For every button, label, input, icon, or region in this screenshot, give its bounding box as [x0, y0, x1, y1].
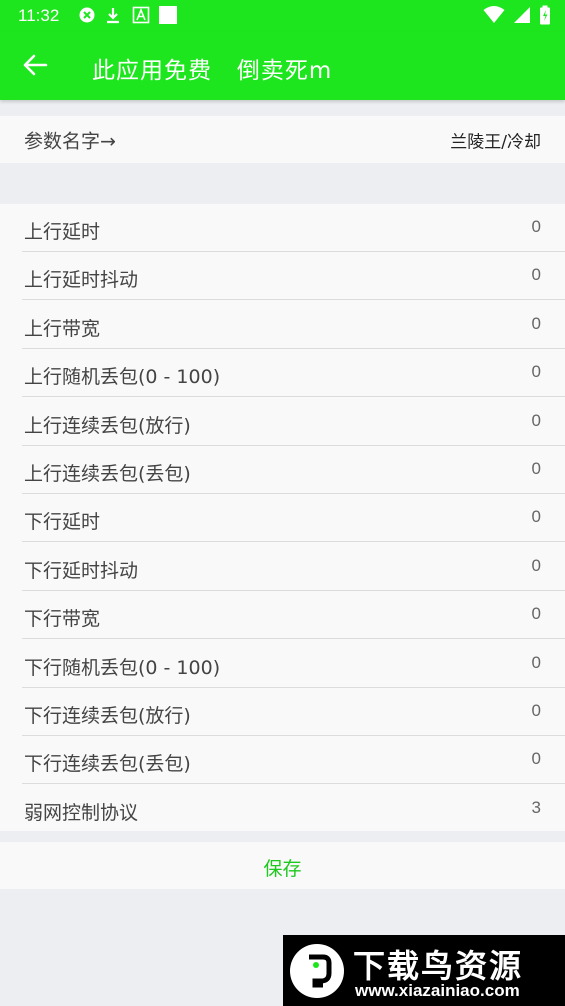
param-label: 下行连续丢包(丢包)	[24, 753, 191, 776]
param-name-value: 兰陵王/冷却	[450, 132, 541, 152]
bird-logo-icon	[290, 944, 344, 998]
param-row[interactable]: 上行带宽 0	[0, 301, 565, 349]
param-row[interactable]: 弱网控制协议 3	[0, 785, 565, 833]
status-bar: 11:32	[0, 0, 565, 32]
param-value: 0	[531, 555, 541, 575]
param-value: 0	[531, 701, 541, 720]
download-icon	[107, 8, 119, 24]
param-label: 下行随机丢包(0 - 100)	[24, 656, 221, 679]
param-value: 0	[531, 217, 541, 236]
param-value: 0	[531, 265, 541, 285]
status-time: 11:32	[18, 6, 60, 25]
param-value: 0	[531, 313, 541, 333]
page-title: 此应用免费 倒卖死m	[92, 58, 333, 84]
param-label: 上行延时抖动	[24, 269, 139, 292]
param-value: 0	[531, 507, 541, 527]
param-list: 上行延时 0 上行延时抖动 0 上行带宽 0 上行随机丢包(0 - 100) 0 上行连续丢包(…	[0, 204, 565, 831]
square-icon	[159, 6, 177, 24]
param-row[interactable]: 上行连续丢包(丢包) 0	[0, 446, 565, 494]
save-button[interactable]: 保存	[0, 842, 565, 889]
param-label: 上行连续丢包(放行)	[24, 414, 191, 437]
param-value: 0	[531, 749, 541, 769]
watermark-url: www.xiazainiao.com	[355, 981, 520, 1000]
save-label: 保存	[263, 858, 302, 880]
param-row[interactable]: 下行带宽 0	[0, 591, 565, 640]
param-label: 弱网控制协议	[24, 801, 139, 824]
app-bar: 此应用免费 倒卖死m	[0, 32, 565, 100]
param-row[interactable]: 上行随机丢包(0 - 100) 0	[0, 349, 565, 398]
param-value: 3	[531, 797, 541, 817]
param-name-row[interactable]: 参数名字→ 兰陵王/冷却	[0, 116, 565, 163]
notification-x-icon	[79, 7, 95, 23]
param-value: 0	[531, 604, 541, 624]
param-label: 上行带宽	[24, 317, 101, 340]
param-row[interactable]: 下行延时抖动 0	[0, 543, 565, 591]
param-value: 0	[531, 410, 541, 430]
param-row[interactable]: 下行连续丢包(放行) 0	[0, 688, 565, 736]
arrow-left-icon[interactable]	[22, 52, 48, 78]
param-label: 下行连续丢包(放行)	[24, 705, 191, 727]
param-value: 0	[531, 459, 541, 478]
signal-icon	[514, 7, 530, 23]
param-row[interactable]: 下行随机丢包(0 - 100) 0	[0, 640, 565, 688]
param-row[interactable]: 上行连续丢包(放行) 0	[0, 398, 565, 446]
param-label: 上行延时	[24, 221, 101, 243]
param-name-label: 参数名字→	[24, 130, 116, 152]
param-label: 下行延时	[24, 511, 101, 534]
param-label: 下行延时抖动	[24, 559, 139, 582]
param-row[interactable]: 下行连续丢包(丢包) 0	[0, 736, 565, 785]
param-label: 下行带宽	[24, 608, 101, 631]
param-value: 0	[531, 652, 541, 672]
wifi-icon	[483, 6, 505, 23]
battery-icon	[540, 5, 550, 25]
font-a-icon	[132, 6, 150, 24]
param-row[interactable]: 上行延时抖动 0	[0, 252, 565, 301]
param-value: 0	[531, 362, 541, 382]
param-row[interactable]: 上行延时 0	[0, 204, 565, 252]
param-row[interactable]: 下行延时 0	[0, 494, 565, 543]
watermark: 下载鸟资源 www.xiazainiao.com	[283, 935, 565, 1006]
param-label: 上行随机丢包(0 - 100)	[24, 366, 221, 389]
param-label: 上行连续丢包(丢包)	[24, 463, 191, 485]
